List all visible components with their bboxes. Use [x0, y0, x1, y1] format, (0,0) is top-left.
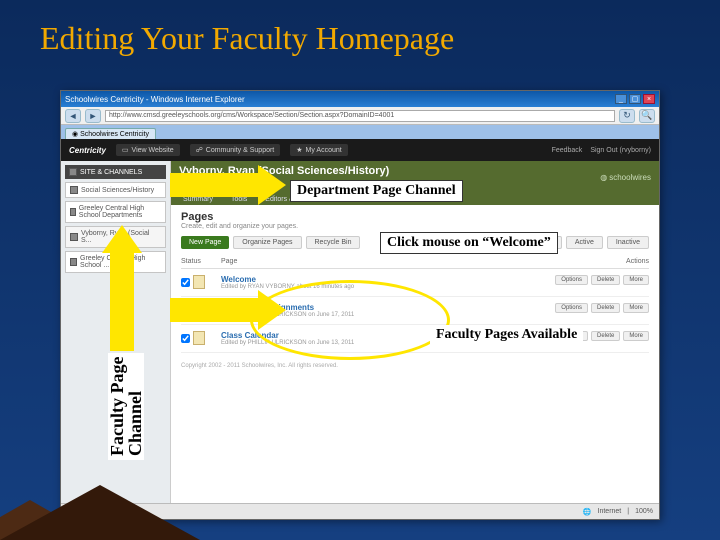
sidebar-item[interactable]: Greeley Central High School Departments: [65, 201, 166, 223]
ie-tab[interactable]: ◉Schoolwires Centricity: [65, 128, 156, 139]
organize-pages-button[interactable]: Organize Pages: [233, 236, 301, 249]
signout-link[interactable]: Sign Out (rvyborny): [590, 147, 651, 154]
callout-click-welcome: Click mouse on “Welcome”: [380, 232, 558, 254]
ie-tabbar: ◉Schoolwires Centricity: [61, 125, 659, 139]
callout-pages-available: Faculty Pages Available: [430, 325, 583, 345]
maximize-button[interactable]: ▢: [629, 94, 641, 104]
folder-icon: [70, 233, 78, 241]
delete-button[interactable]: Delete: [591, 331, 620, 341]
globe-icon: 🌐: [583, 508, 592, 516]
feedback-link[interactable]: Feedback: [552, 147, 583, 154]
monitor-icon: ▭: [122, 146, 129, 154]
zoom-label[interactable]: 100%: [635, 508, 653, 515]
brand-logo: Centricity: [69, 146, 106, 155]
delete-button[interactable]: Delete: [591, 275, 620, 285]
app-topbar: Centricity ▭View Website ☍Community & Su…: [61, 139, 659, 161]
col-status: Status: [181, 258, 221, 265]
folder-icon: [70, 258, 77, 266]
folder-icon: [70, 186, 78, 194]
grid-icon: [69, 168, 77, 176]
forward-button[interactable]: ►: [85, 109, 101, 123]
star-icon: ★: [296, 146, 302, 154]
view-website-button[interactable]: ▭View Website: [116, 144, 180, 156]
status-zone: Internet: [598, 508, 622, 515]
ie-titlebar: Schoolwires Centricity - Windows Interne…: [61, 91, 659, 107]
options-button[interactable]: Options: [555, 303, 588, 313]
people-icon: ☍: [196, 146, 203, 154]
more-button[interactable]: More: [623, 275, 649, 285]
back-button[interactable]: ◄: [65, 109, 81, 123]
sidebar-head: SITE & CHANNELS: [65, 165, 166, 179]
active-checkbox[interactable]: [181, 334, 190, 343]
globe-icon: ◍: [600, 173, 607, 182]
ie-tab-label: Schoolwires Centricity: [80, 131, 149, 138]
copyright-footer: Copyright 2002 - 2011 Schoolwires, Inc. …: [181, 363, 649, 369]
page-icon: [193, 275, 205, 289]
pages-subheading: Create, edit and organize your pages.: [181, 223, 649, 230]
folder-icon: [70, 208, 76, 216]
minimize-button[interactable]: _: [615, 94, 627, 104]
favicon: ◉: [72, 130, 78, 138]
delete-button[interactable]: Delete: [591, 303, 620, 313]
recycle-bin-button[interactable]: Recycle Bin: [306, 236, 361, 249]
schoolwires-logo: ◍schoolwires: [600, 173, 651, 182]
more-button[interactable]: More: [623, 303, 649, 313]
filter-active[interactable]: Active: [566, 236, 603, 249]
address-bar[interactable]: http://www.cmsd.greeleyschools.org/cms/W…: [105, 110, 615, 122]
page-icon: [193, 331, 205, 345]
filter-inactive[interactable]: Inactive: [607, 236, 649, 249]
new-page-button[interactable]: New Page: [181, 236, 229, 249]
ie-window-title: Schoolwires Centricity - Windows Interne…: [65, 95, 245, 104]
pages-heading: Pages: [181, 211, 649, 223]
col-actions: Actions: [549, 258, 649, 265]
options-button[interactable]: Options: [555, 275, 588, 285]
callout-faculty-channel: Faculty PageChannel: [108, 353, 144, 460]
sidebar-item[interactable]: Social Sciences/History: [65, 182, 166, 198]
my-account-button[interactable]: ★My Account: [290, 144, 347, 156]
active-checkbox[interactable]: [181, 278, 190, 287]
search-button[interactable]: 🔍: [639, 109, 655, 123]
slide-title: Editing Your Faculty Homepage: [0, 0, 720, 67]
refresh-button[interactable]: ↻: [619, 109, 635, 123]
community-support-button[interactable]: ☍Community & Support: [190, 144, 281, 156]
callout-dept: Department Page Channel: [290, 180, 463, 202]
decor-mountain: [0, 485, 200, 540]
more-button[interactable]: More: [623, 331, 649, 341]
close-button[interactable]: ×: [643, 94, 655, 104]
ie-toolbar: ◄ ► http://www.cmsd.greeleyschools.org/c…: [61, 107, 659, 125]
col-page: Page: [221, 258, 549, 265]
